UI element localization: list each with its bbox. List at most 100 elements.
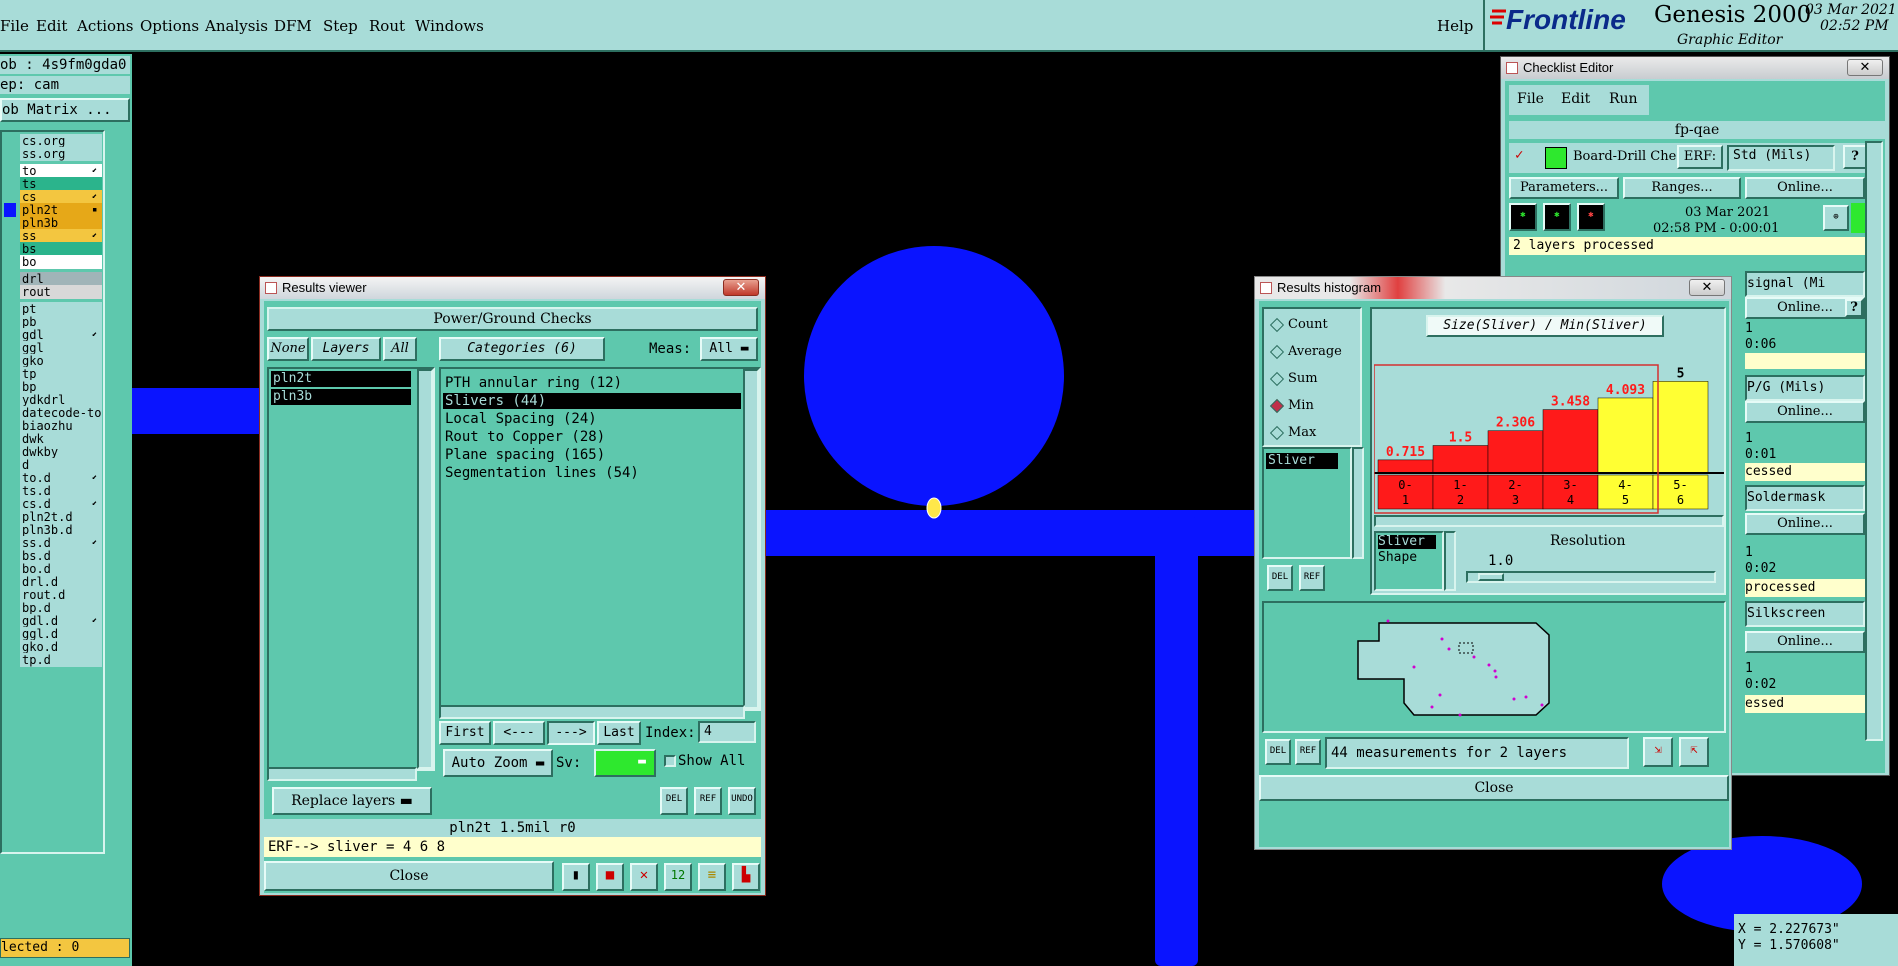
layer-item[interactable]: rout bbox=[20, 285, 102, 299]
cancel-icon[interactable]: ✕ bbox=[630, 863, 658, 891]
layer-item[interactable]: gko.d bbox=[20, 640, 102, 654]
layer-item[interactable]: ydkdrl bbox=[20, 393, 102, 407]
histogram-bar[interactable] bbox=[1652, 381, 1709, 474]
layer-item[interactable]: pb bbox=[20, 315, 102, 329]
reference-icon[interactable]: REF bbox=[1299, 565, 1325, 591]
layer-item[interactable]: rout.d bbox=[20, 588, 102, 602]
layer-item[interactable]: bs bbox=[20, 242, 102, 256]
layer-item[interactable]: ss.d bbox=[20, 536, 102, 550]
category-item[interactable]: Rout to Copper (28) bbox=[443, 429, 741, 445]
layer-item[interactable]: ss.org bbox=[20, 147, 102, 161]
category-item[interactable]: PTH annular ring (12) bbox=[443, 375, 741, 391]
radio-sum[interactable] bbox=[1269, 371, 1285, 387]
signal-field[interactable]: signal (Mi bbox=[1745, 271, 1865, 297]
categories-button[interactable]: Categories (6) bbox=[439, 337, 605, 361]
resolution-slider[interactable] bbox=[1466, 571, 1716, 583]
prev-button[interactable]: <--- bbox=[493, 721, 545, 745]
sv-color-dropdown[interactable]: ▬ bbox=[594, 749, 656, 777]
menu-options[interactable]: Options bbox=[140, 17, 199, 35]
shape-list-item[interactable]: Shape bbox=[1378, 551, 1436, 565]
first-button[interactable]: First bbox=[439, 721, 491, 745]
show-all-checkbox[interactable] bbox=[664, 755, 676, 767]
layer-item[interactable]: biaozhu bbox=[20, 419, 102, 433]
menu-step[interactable]: Step bbox=[323, 17, 358, 35]
menu-analysis[interactable]: Analysis bbox=[205, 17, 268, 35]
layer-item[interactable]: ss bbox=[20, 229, 102, 243]
layer-item[interactable]: gko bbox=[20, 354, 102, 368]
layers-scrollbar[interactable] bbox=[417, 369, 433, 769]
meas-dropdown[interactable]: All ▬ bbox=[700, 337, 758, 361]
delete-icon[interactable]: DEL bbox=[1267, 565, 1293, 591]
layer-item[interactable]: ggl bbox=[20, 341, 102, 355]
close-icon[interactable]: ✕ bbox=[1847, 59, 1883, 76]
layer-list[interactable]: cs.org ss.org to ⬋ ts cs ⬋ pln2t ▪ pln3b ss ⬋ bs bo dr… bbox=[0, 130, 105, 854]
layer-item[interactable]: d bbox=[20, 458, 102, 472]
online-button[interactable]: Online... bbox=[1745, 513, 1865, 535]
categories-list[interactable]: PTH annular ring (12) Slivers (44) Local S… bbox=[439, 367, 761, 711]
radio-max[interactable] bbox=[1269, 425, 1285, 441]
histogram-bar[interactable] bbox=[1487, 430, 1544, 474]
erf-field[interactable]: Std (Mils) bbox=[1727, 145, 1835, 171]
category-item[interactable]: Slivers (44) bbox=[443, 393, 741, 409]
layer-item[interactable]: ggl.d bbox=[20, 627, 102, 641]
layer-item[interactable]: bo.d bbox=[20, 562, 102, 576]
histogram-bar[interactable] bbox=[1377, 459, 1434, 474]
layers-list[interactable]: pln2t pln3b bbox=[267, 367, 435, 771]
none-button[interactable]: None bbox=[267, 337, 309, 361]
menu-edit[interactable]: Edit bbox=[36, 17, 67, 35]
layer-item[interactable]: cs.d bbox=[20, 497, 102, 511]
import-icon[interactable]: ⇱ bbox=[1679, 737, 1709, 767]
erf-button[interactable]: ERF: bbox=[1677, 145, 1723, 169]
categories-scrollbar[interactable] bbox=[743, 369, 759, 709]
layer-item[interactable]: tp.d bbox=[20, 653, 102, 667]
layer-item[interactable]: gdl bbox=[20, 328, 102, 342]
pg-field[interactable]: P/G (Mils) bbox=[1745, 375, 1865, 401]
layer-item[interactable]: ts bbox=[20, 177, 102, 191]
layer-item[interactable]: bp.d bbox=[20, 601, 102, 615]
menu-windows[interactable]: Windows bbox=[415, 17, 484, 35]
layer-list-item[interactable]: pln3b bbox=[271, 389, 411, 405]
sliver-list-item[interactable]: Sliver bbox=[1266, 453, 1338, 469]
zoom-icon[interactable]: ⊕ bbox=[1823, 205, 1849, 231]
run-icon[interactable]: ✱ bbox=[1509, 203, 1537, 231]
job-matrix-button[interactable]: ob Matrix ... bbox=[0, 98, 130, 122]
chart-hscrollbar[interactable] bbox=[1374, 515, 1724, 527]
shape-list[interactable]: Sliver Shape bbox=[1374, 531, 1444, 591]
board-preview[interactable] bbox=[1262, 601, 1726, 733]
histogram-close-button[interactable]: Close bbox=[1259, 775, 1729, 801]
layers-button[interactable]: Layers bbox=[311, 337, 381, 361]
histogram-bar[interactable] bbox=[1597, 397, 1654, 474]
layer-item[interactable]: bp bbox=[20, 380, 102, 394]
shape-list-item[interactable]: Sliver bbox=[1378, 535, 1436, 549]
silkscreen-field[interactable]: Silkscreen bbox=[1745, 601, 1865, 627]
sliver-scrollbar[interactable] bbox=[1352, 447, 1364, 559]
radio-min[interactable] bbox=[1269, 398, 1285, 414]
ranges-button[interactable]: Ranges... bbox=[1623, 177, 1741, 199]
layer-item[interactable]: bo bbox=[20, 255, 102, 269]
reference-icon[interactable]: REF bbox=[694, 787, 722, 815]
delete-icon[interactable]: DEL bbox=[660, 787, 688, 815]
layer-item[interactable]: pln2t bbox=[20, 203, 102, 217]
menu-rout[interactable]: Rout bbox=[369, 17, 405, 35]
layer-item[interactable]: pln2t.d bbox=[20, 510, 102, 524]
reference-icon[interactable]: REF bbox=[1295, 739, 1321, 765]
export-icon[interactable]: ⇲ bbox=[1643, 737, 1673, 767]
category-item[interactable]: Plane spacing (165) bbox=[443, 447, 741, 463]
all-button[interactable]: All bbox=[383, 337, 417, 361]
layer-item[interactable]: tp bbox=[20, 367, 102, 381]
layer-item[interactable]: gdl.d bbox=[20, 614, 102, 628]
layer-list-item[interactable]: pln2t bbox=[271, 371, 411, 387]
delete-icon[interactable]: DEL bbox=[1265, 739, 1291, 765]
replace-layers-dropdown[interactable]: Replace layers ▬ bbox=[272, 787, 432, 815]
histogram-icon[interactable]: ▙ bbox=[732, 863, 760, 891]
menu-file[interactable]: File bbox=[0, 17, 29, 35]
layer-item[interactable]: dwkby bbox=[20, 445, 102, 459]
layer-item[interactable]: dwk bbox=[20, 432, 102, 446]
layer-item[interactable]: datecode-to bbox=[20, 406, 102, 420]
close-icon[interactable]: ✕ bbox=[723, 279, 759, 296]
check-mark-icon[interactable]: ✓ bbox=[1515, 147, 1523, 163]
menu-actions[interactable]: Actions bbox=[77, 17, 133, 35]
slider-handle[interactable] bbox=[1478, 573, 1504, 581]
layer-item[interactable]: to.d bbox=[20, 471, 102, 485]
histogram-bar[interactable] bbox=[1542, 409, 1599, 474]
